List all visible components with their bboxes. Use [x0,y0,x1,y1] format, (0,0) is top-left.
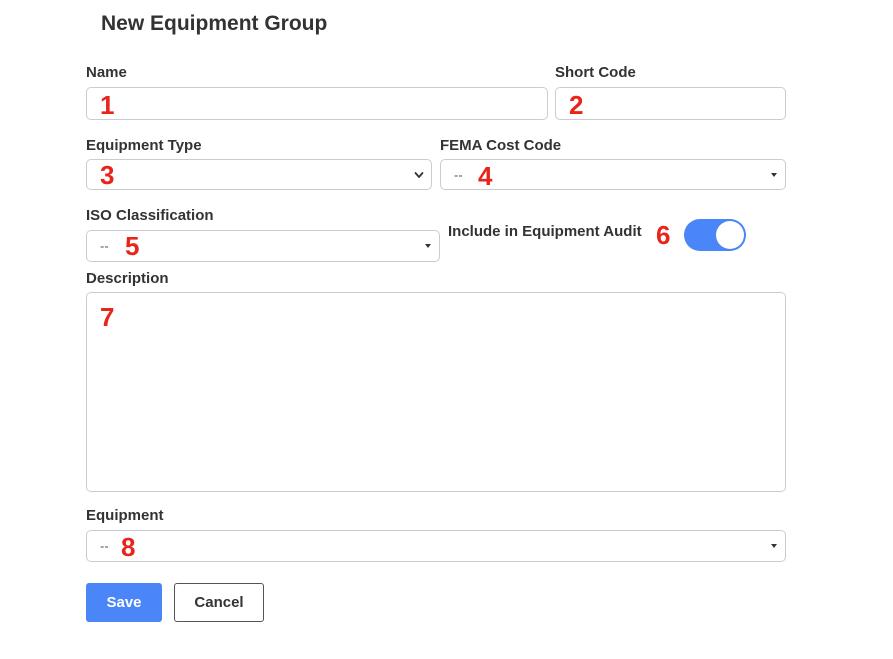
annotation-marker-2: 2 [569,90,584,120]
iso-classification-label: ISO Classification [86,207,214,224]
equipment-type-select[interactable] [86,159,432,190]
equipment-type-label: Equipment Type [86,137,202,154]
fema-cost-code-label: FEMA Cost Code [440,137,562,154]
short-code-label: Short Code [555,64,636,81]
annotation-marker-5: 5 [125,231,140,261]
caret-down-icon [425,244,431,248]
short-code-input[interactable] [555,87,786,120]
equipment-label: Equipment [86,507,164,524]
caret-down-icon [771,544,777,548]
fema-cost-code-value: -- [454,167,463,182]
annotation-marker-7: 7 [100,302,115,332]
iso-classification-value: -- [100,238,109,254]
equipment-select[interactable]: -- [86,530,786,562]
name-input[interactable] [86,87,548,120]
cancel-button[interactable]: Cancel [174,583,264,622]
include-in-audit-toggle[interactable] [684,219,746,251]
page-title: New Equipment Group [101,12,328,35]
toggle-knob [716,221,744,249]
description-label: Description [86,270,169,287]
description-textarea[interactable] [86,292,786,492]
equipment-value: -- [100,538,109,554]
chevron-down-icon [414,171,424,178]
caret-down-icon [771,172,777,177]
name-label: Name [86,64,127,81]
annotation-marker-1: 1 [100,90,115,120]
annotation-marker-4: 4 [478,161,493,191]
annotation-marker-3: 3 [100,160,115,190]
annotation-marker-6: 6 [656,220,671,250]
include-in-audit-label: Include in Equipment Audit [448,223,642,240]
save-button[interactable]: Save [86,583,162,622]
annotation-marker-8: 8 [121,532,136,562]
